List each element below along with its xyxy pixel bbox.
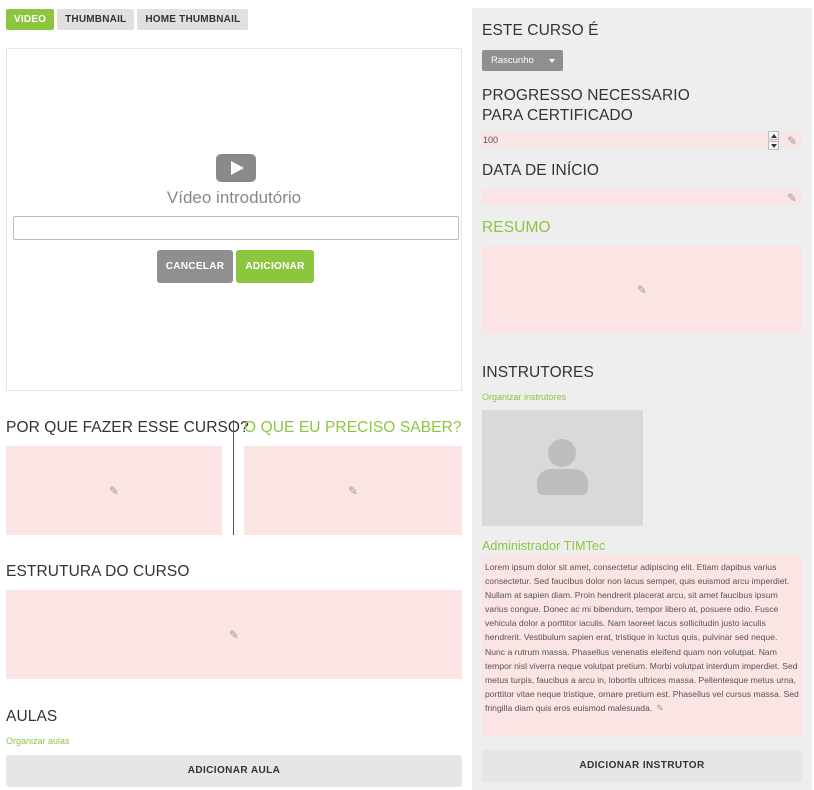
organize-lessons-link[interactable]: Organizar aulas: [6, 736, 70, 746]
video-url-input[interactable]: [13, 216, 459, 240]
course-structure-editable[interactable]: ✎: [6, 590, 462, 679]
user-placeholder-icon: [536, 439, 587, 470]
instructor-name: Administrador TIMTec: [482, 539, 606, 553]
pencil-icon: ✎: [636, 283, 648, 297]
start-date-title: DATA DE INÍCIO: [482, 162, 600, 179]
pencil-icon[interactable]: ✎: [785, 134, 799, 148]
progress-input[interactable]: 100: [482, 132, 802, 148]
cancel-button[interactable]: CANCELAR: [157, 250, 233, 283]
progress-spinner: [768, 131, 779, 151]
tab-home-thumbnail[interactable]: HOME THUMBNAIL: [137, 9, 249, 30]
section-divider: [233, 420, 234, 535]
summary-title: RESUMO: [482, 219, 551, 236]
tab-thumbnail[interactable]: THUMBNAIL: [57, 9, 135, 30]
pencil-icon[interactable]: ✎: [785, 191, 799, 205]
tab-video[interactable]: VIDEO: [6, 9, 55, 30]
instructor-bio-editable[interactable]: Lorem ipsum dolor sit amet, consectetur …: [482, 555, 802, 736]
instructor-avatar[interactable]: [482, 410, 643, 526]
what-to-know-title: O QUE EU PRECISO SABER?: [244, 419, 462, 436]
decrement-button[interactable]: [768, 141, 779, 150]
increment-button[interactable]: [768, 131, 779, 140]
course-status-dropdown[interactable]: Rascunho: [482, 50, 563, 71]
why-take-course-editable[interactable]: ✎: [6, 446, 222, 535]
add-video-button[interactable]: ADICIONAR: [236, 250, 314, 283]
add-lesson-button[interactable]: ADICIONAR AULA: [6, 755, 462, 787]
video-title: Vídeo introdutório: [166, 188, 302, 207]
course-status-title: ESTE CURSO É: [482, 22, 599, 39]
start-date-field[interactable]: [482, 189, 802, 205]
pencil-icon: ✎: [347, 483, 359, 498]
pencil-icon: ✎: [656, 702, 664, 713]
instructors-title: INSTRUTORES: [482, 364, 594, 381]
what-to-know-editable[interactable]: ✎: [244, 446, 462, 535]
video-panel: Vídeo introdutório CANCELAR ADICIONAR: [6, 48, 462, 391]
user-placeholder-body: [537, 469, 588, 495]
why-take-course-title: POR QUE FAZER ESSE CURSO?: [6, 419, 249, 436]
caret-down-icon: [549, 59, 555, 63]
media-tabs: VIDEO THUMBNAIL HOME THUMBNAIL: [6, 9, 249, 30]
progress-title: PROGRESSO NECESSARIO PARA CERTIFICADO: [482, 87, 690, 124]
summary-editable[interactable]: ✎: [482, 246, 802, 334]
pencil-icon: ✎: [108, 483, 120, 498]
add-instructor-button[interactable]: ADICIONAR INSTRUTOR: [482, 750, 802, 782]
organize-instructors-link[interactable]: Organizar instrutores: [482, 392, 566, 402]
lessons-title: AULAS: [6, 708, 58, 725]
play-icon: [216, 154, 256, 182]
course-structure-title: ESTRUTURA DO CURSO: [6, 563, 190, 580]
course-status-value: Rascunho: [491, 55, 534, 66]
pencil-icon: ✎: [228, 627, 240, 642]
instructor-bio-text: Lorem ipsum dolor sit amet, consectetur …: [485, 562, 799, 713]
